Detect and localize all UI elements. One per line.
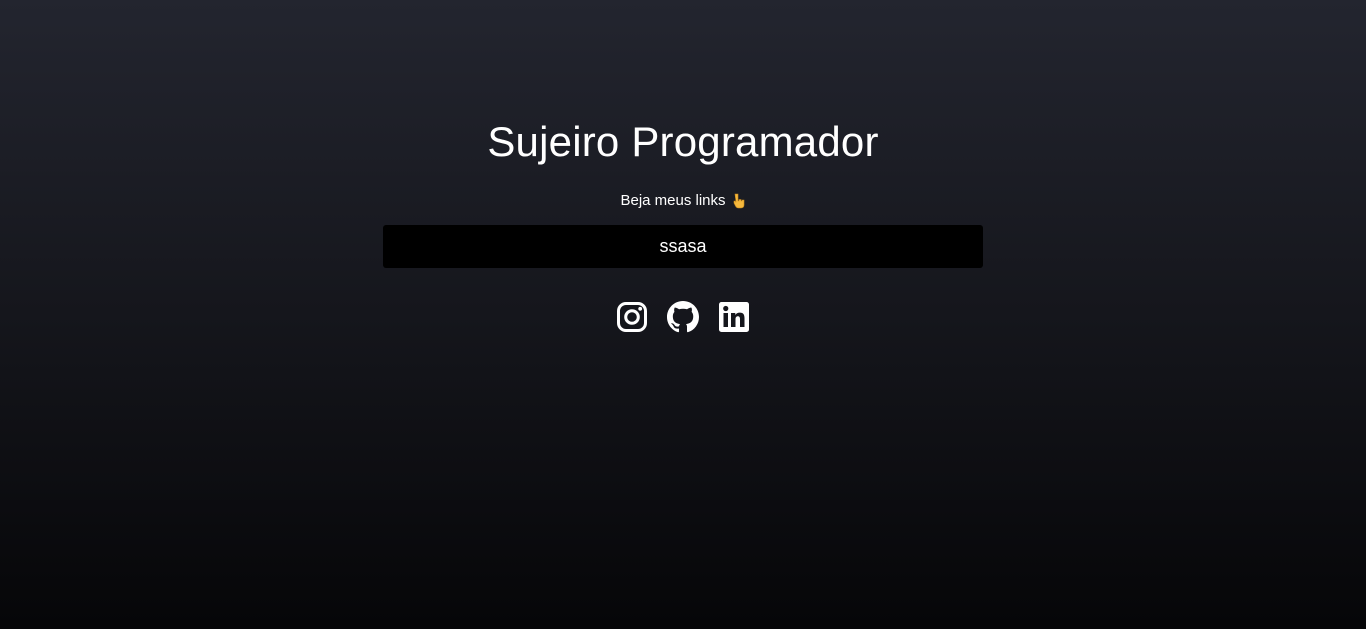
- pointing-down-icon: [732, 193, 746, 209]
- instagram-icon: [617, 302, 647, 332]
- github-link[interactable]: [667, 301, 699, 333]
- github-icon: [667, 301, 699, 333]
- social-links: [616, 301, 750, 333]
- subtitle: Beja meus links: [620, 191, 745, 211]
- page-title: Sujeiro Programador: [487, 118, 879, 165]
- linkedin-link[interactable]: [718, 301, 750, 333]
- instagram-link[interactable]: [616, 301, 648, 333]
- link-button[interactable]: ssasa: [383, 225, 983, 268]
- linkedin-icon: [719, 302, 749, 332]
- page-container: Sujeiro Programador Beja meus links ssas…: [0, 0, 1366, 333]
- subtitle-text: Beja meus links: [620, 192, 726, 209]
- link-button-label: ssasa: [659, 236, 707, 256]
